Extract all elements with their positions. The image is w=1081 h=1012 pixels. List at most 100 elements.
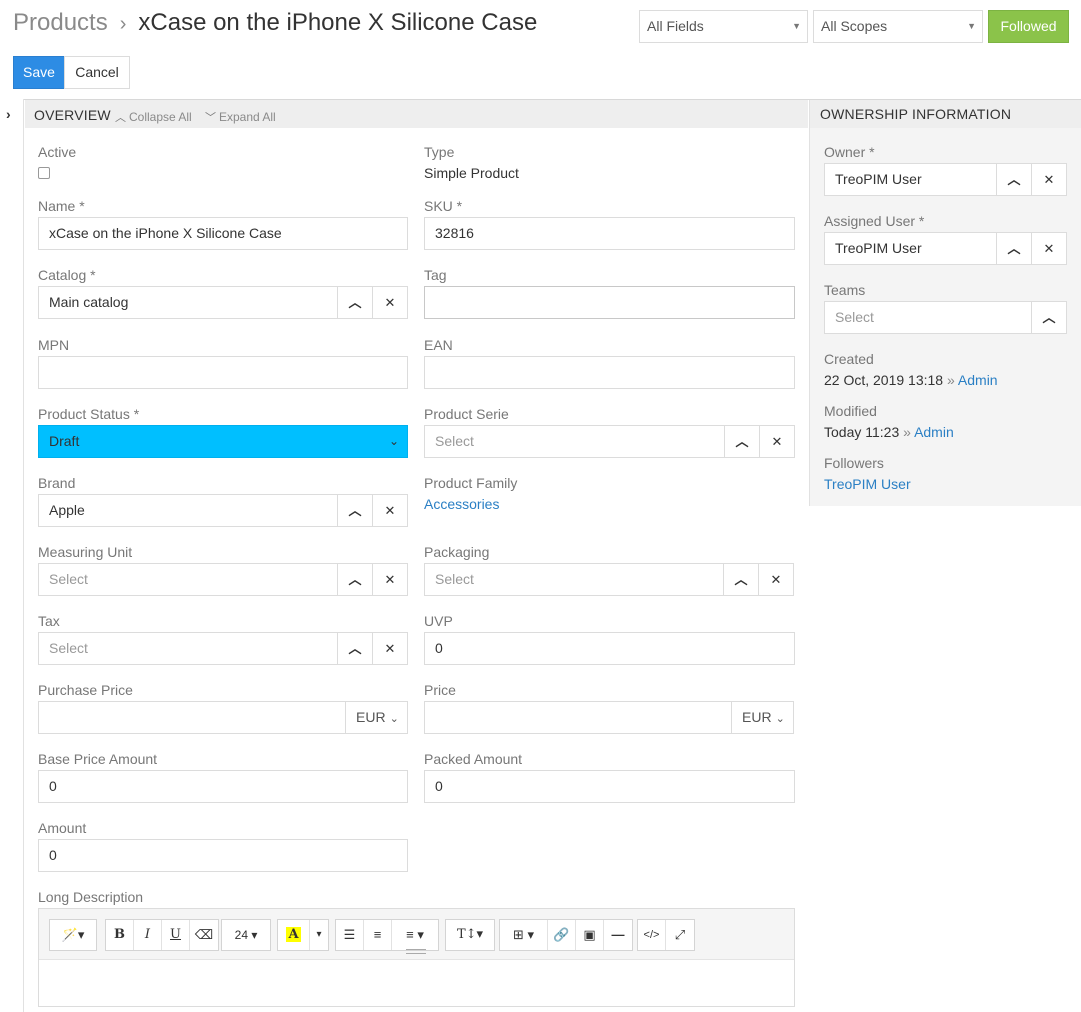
owner-clear-button[interactable]: ✕ — [1031, 164, 1066, 195]
style-group: 🪄▾ — [49, 919, 97, 951]
link-icon[interactable]: 🔗 — [548, 920, 576, 950]
chevron-down-icon: ⌄ — [389, 713, 399, 725]
purchase-price-currency-select[interactable]: EUR ⌄ — [345, 702, 407, 733]
teams-select-button[interactable]: ︿ — [1031, 302, 1066, 333]
base-price-amount-label: Base Price Amount — [38, 751, 158, 767]
created-sep: » — [946, 372, 955, 388]
tag-input[interactable] — [424, 286, 795, 319]
magic-wand-icon[interactable]: 🪄▾ — [50, 920, 96, 950]
amount-label: Amount — [38, 820, 87, 836]
packaging-clear-button[interactable]: ✕ — [758, 564, 793, 595]
chevron-down-icon: ﹀ — [205, 112, 216, 124]
measuring-unit-clear-button[interactable]: ✕ — [372, 564, 407, 595]
packaging-select-button[interactable]: ︿ — [723, 564, 758, 595]
collapse-all-link[interactable]: ︿ Collapse All — [115, 109, 192, 125]
highlight-color-icon[interactable]: A — [278, 920, 310, 950]
modified-sep: » — [903, 424, 911, 440]
owner-value[interactable]: TreoPIM User — [835, 164, 922, 195]
uvp-input[interactable]: 0 — [424, 632, 795, 665]
scopes-filter-select[interactable]: All Scopes ▼ — [813, 10, 983, 43]
brand-clear-button[interactable]: ✕ — [372, 495, 407, 526]
price-currency-select[interactable]: EUR ⌄ — [731, 702, 793, 733]
assigned-user-clear-button[interactable]: ✕ — [1031, 233, 1066, 264]
created-value: 22 Oct, 2019 13:18 » Admin — [824, 372, 998, 388]
measuring-unit-select-button[interactable]: ︿ — [337, 564, 372, 595]
product-serie-select-button[interactable]: ︿ — [724, 426, 759, 457]
followed-button[interactable]: Followed — [988, 10, 1069, 43]
packaging-placeholder[interactable]: Select — [435, 564, 474, 595]
tag-label: Tag — [424, 267, 447, 283]
fields-filter-select[interactable]: All Fields ▼ — [639, 10, 808, 43]
catalog-select-button[interactable]: ︿ — [337, 287, 372, 318]
tax-select-button[interactable]: ︿ — [337, 633, 372, 664]
catalog-value[interactable]: Main catalog — [49, 287, 128, 318]
font-size-dropdown[interactable]: 24 ▾ — [222, 920, 270, 950]
ean-input[interactable] — [424, 356, 795, 389]
numbered-list-icon[interactable]: ≡ — [364, 920, 392, 950]
mpn-input[interactable] — [38, 356, 408, 389]
eraser-icon[interactable]: ⌫ — [190, 920, 218, 950]
modified-by-link[interactable]: Admin — [914, 424, 954, 440]
image-icon[interactable]: ▣ — [576, 920, 604, 950]
assigned-user-value[interactable]: TreoPIM User — [835, 233, 922, 264]
save-button[interactable]: Save — [13, 56, 65, 89]
code-view-icon[interactable]: </> — [638, 920, 666, 950]
breadcrumb-separator: › — [119, 13, 127, 35]
assigned-user-select-button[interactable]: ︿ — [996, 233, 1031, 264]
horizontal-rule-icon[interactable]: — — [604, 920, 632, 950]
assigned-user-field: TreoPIM User ︿ ✕ — [824, 232, 1067, 265]
editor-content-area[interactable] — [39, 959, 794, 1006]
packed-amount-input[interactable]: 0 — [424, 770, 795, 803]
bullet-list-icon[interactable]: ☰ — [336, 920, 364, 950]
chevron-down-icon: ⌄ — [388, 434, 399, 448]
cancel-button[interactable]: Cancel — [64, 56, 130, 89]
name-input[interactable]: xCase on the iPhone X Silicone Case — [38, 217, 408, 250]
active-checkbox[interactable] — [38, 167, 50, 179]
teams-field: Select ︿ — [824, 301, 1067, 334]
product-status-select[interactable]: Draft ⌄ — [38, 425, 408, 458]
created-by-link[interactable]: Admin — [958, 372, 998, 388]
text-height-dropdown[interactable]: T↕▾ — [446, 920, 494, 950]
underline-button[interactable]: U — [162, 920, 190, 950]
tax-placeholder[interactable]: Select — [49, 633, 88, 664]
text-style-group: T↕▾ — [445, 919, 495, 951]
base-price-amount-input[interactable]: 0 — [38, 770, 408, 803]
font-size-group: 24 ▾ — [221, 919, 271, 951]
scopes-filter-value: All Scopes — [821, 18, 888, 34]
follower-link[interactable]: TreoPIM User — [824, 476, 911, 492]
catalog-clear-button[interactable]: ✕ — [372, 287, 407, 318]
bold-button[interactable]: B — [106, 920, 134, 950]
product-family-link[interactable]: Accessories — [424, 496, 499, 512]
teams-placeholder[interactable]: Select — [835, 302, 874, 333]
owner-select-button[interactable]: ︿ — [996, 164, 1031, 195]
tax-clear-button[interactable]: ✕ — [372, 633, 407, 664]
italic-button[interactable]: I — [134, 920, 162, 950]
table-icon[interactable]: ⊞ ▾ — [500, 920, 548, 950]
chevron-right-icon[interactable]: › — [6, 106, 11, 122]
purchase-price-field: EUR ⌄ — [38, 701, 408, 734]
color-dropdown-caret-icon[interactable]: ▾ — [310, 920, 328, 950]
measuring-unit-field: Select ︿ ✕ — [38, 563, 408, 596]
sku-input[interactable]: 32816 — [424, 217, 795, 250]
breadcrumb-products-link[interactable]: Products — [13, 9, 108, 36]
price-label: Price — [424, 682, 456, 698]
caret-down-icon: ▼ — [792, 21, 801, 31]
measuring-unit-placeholder[interactable]: Select — [49, 564, 88, 595]
product-serie-clear-button[interactable]: ✕ — [759, 426, 794, 457]
brand-select-button[interactable]: ︿ — [337, 495, 372, 526]
tax-label: Tax — [38, 613, 60, 629]
ownership-panel-title: OWNERSHIP INFORMATION — [820, 106, 1012, 122]
breadcrumb: Products › xCase on the iPhone X Silicone … — [13, 8, 537, 39]
fullscreen-icon[interactable]: ⤢ — [666, 920, 694, 950]
brand-value[interactable]: Apple — [49, 495, 85, 526]
product-serie-label: Product Serie — [424, 406, 509, 422]
align-dropdown-icon[interactable]: ≡ ▾ — [392, 920, 438, 950]
product-serie-field: Select ︿ ✕ — [424, 425, 795, 458]
brand-field: Apple ︿ ✕ — [38, 494, 408, 527]
side-nav-toggle-gutter: › — [0, 99, 24, 1012]
amount-input[interactable]: 0 — [38, 839, 408, 872]
product-serie-placeholder[interactable]: Select — [435, 426, 474, 457]
expand-all-link[interactable]: ﹀ Expand All — [205, 109, 276, 125]
resize-grip-icon[interactable] — [406, 949, 426, 954]
catalog-field: Main catalog ︿ ✕ — [38, 286, 408, 319]
